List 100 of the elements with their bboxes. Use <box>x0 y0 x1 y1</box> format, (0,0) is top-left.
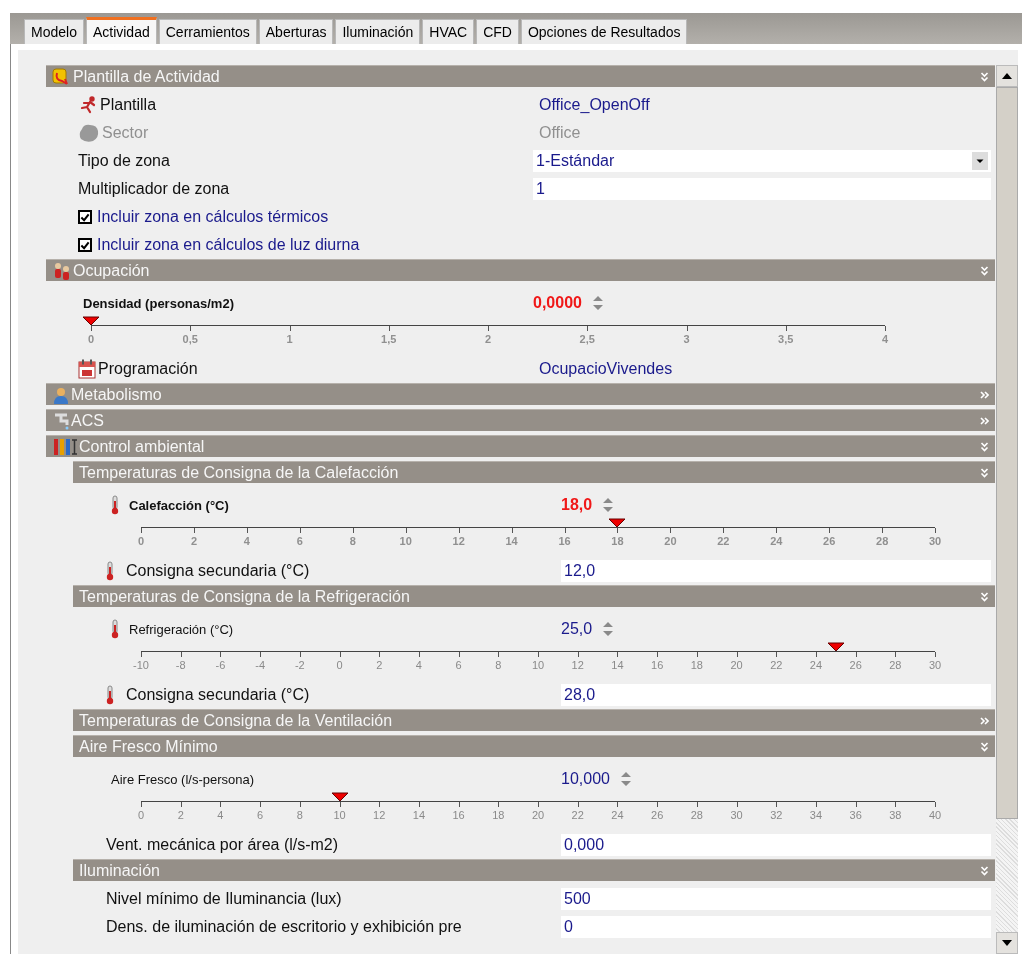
tick-label: 14 <box>485 528 539 553</box>
checkbox[interactable] <box>78 238 92 252</box>
tick-label: -4 <box>240 652 280 677</box>
spinner-icon[interactable] <box>602 497 615 513</box>
spinner-icon[interactable] <box>619 771 632 787</box>
tick-label: 22 <box>756 652 797 677</box>
field-label: Multiplicador de zona <box>78 180 230 198</box>
spinner-icon[interactable] <box>602 621 615 637</box>
checkbox-label[interactable]: Incluir zona en cálculos de luz diurna <box>97 236 360 254</box>
tick-label: 6 <box>273 528 327 553</box>
double-chevron-down-icon[interactable] <box>980 591 989 602</box>
tick-label: 2 <box>359 652 400 677</box>
double-chevron-down-icon[interactable] <box>980 71 989 82</box>
tick-label: 14 <box>399 802 439 827</box>
double-chevron-down-icon[interactable] <box>980 741 989 752</box>
tick-label: 4 <box>220 528 274 553</box>
triangle-up-icon <box>1002 73 1012 79</box>
tick-label: 26 <box>802 528 856 553</box>
tick-label: 30 <box>915 652 955 677</box>
tick-label: 20 <box>518 802 558 827</box>
tick-label: 10 <box>319 802 360 827</box>
double-chevron-down-icon[interactable] <box>980 467 989 478</box>
scroll-thumb[interactable] <box>996 87 1018 819</box>
thermometer-icon <box>106 561 114 581</box>
tick-label: 20 <box>716 652 757 677</box>
slider-reading: 25,0 <box>561 620 593 638</box>
tab[interactable]: HVAC <box>422 19 475 44</box>
tick-label: 36 <box>835 802 876 827</box>
tick-label: 10 <box>379 528 433 553</box>
input-field[interactable]: 500 <box>561 888 991 910</box>
double-chevron-down-icon[interactable] <box>980 865 989 876</box>
person-icon <box>52 385 70 404</box>
tick-label: 12 <box>359 802 400 827</box>
input-field[interactable]: 0 <box>561 916 991 938</box>
tick-label: 12 <box>557 652 598 677</box>
field-value: OcupacioVivendes <box>538 360 673 378</box>
tick-label: 3,5 <box>736 326 836 351</box>
tick-label: 18 <box>591 528 644 553</box>
tick-label: 22 <box>557 802 598 827</box>
tick-label: 2 <box>160 802 201 827</box>
runner-icon <box>78 96 98 114</box>
tick-label: 16 <box>637 652 677 677</box>
calendar-icon <box>78 359 96 379</box>
tick-label: 4 <box>835 326 935 351</box>
tick-label: 4 <box>200 802 241 827</box>
tab[interactable]: Iluminación <box>335 19 421 44</box>
tab[interactable]: Actividad <box>85 17 157 44</box>
tick-label: 3 <box>636 326 737 351</box>
tick-label: 0 <box>319 652 360 677</box>
tick-label: 18 <box>478 802 519 827</box>
slider-label: Aire Fresco (l/s-persona) <box>111 771 255 787</box>
field-value: Office_OpenOff <box>538 96 650 114</box>
thermometer-icon <box>111 619 119 639</box>
tick-label: 8 <box>279 802 320 827</box>
double-chevron-right-icon[interactable] <box>980 715 989 726</box>
slider-thumb[interactable] <box>82 316 100 326</box>
field-value: Office <box>538 124 581 142</box>
tab[interactable]: Cerramientos <box>158 19 257 44</box>
tab[interactable]: Opciones de Resultados <box>520 19 688 44</box>
tick-label: 1,5 <box>339 326 439 351</box>
tick-label: 26 <box>637 802 677 827</box>
people-icon <box>52 261 72 280</box>
tick-label: 0 <box>114 528 168 553</box>
tick-label: 16 <box>538 528 591 553</box>
cloud-shape-icon <box>78 123 100 143</box>
checkbox-label[interactable]: Incluir zona en cálculos térmicos <box>97 208 329 226</box>
slider-label: Refrigeración (°C) <box>129 621 234 637</box>
tick-label: 26 <box>835 652 876 677</box>
slider-thumb[interactable] <box>608 518 627 528</box>
triangle-down-icon <box>1002 940 1012 946</box>
tab[interactable]: Modelo <box>24 19 84 44</box>
input-field[interactable]: 12,0 <box>561 560 991 582</box>
tick-label: -10 <box>121 652 161 677</box>
tick-label: 18 <box>677 652 717 677</box>
checkbox[interactable] <box>78 210 92 224</box>
slider-thumb[interactable] <box>826 642 845 652</box>
slider-label: Calefacción (°C) <box>129 497 229 513</box>
thermometer-icon <box>106 685 114 705</box>
double-chevron-right-icon[interactable] <box>980 389 989 400</box>
scrollbar[interactable] <box>996 65 1018 954</box>
tab[interactable]: CFD <box>476 19 519 44</box>
tab[interactable]: Aberturas <box>258 19 334 44</box>
double-chevron-down-icon[interactable] <box>980 265 989 276</box>
input-field[interactable]: 1 <box>533 178 991 200</box>
scroll-up-button[interactable] <box>996 65 1018 87</box>
input-field[interactable]: 0,000 <box>561 834 991 856</box>
input-field[interactable]: 28,0 <box>561 684 991 706</box>
slider-reading: 18,0 <box>561 496 593 514</box>
double-chevron-down-icon[interactable] <box>980 441 989 452</box>
tick-label: 0 <box>121 802 161 827</box>
dropdown-field[interactable]: 1-Estándar <box>533 150 991 172</box>
scroll-down-button[interactable] <box>996 932 1018 954</box>
field-label: Programación <box>98 360 198 378</box>
slider-thumb[interactable] <box>330 792 349 802</box>
tick-label: 14 <box>597 652 638 677</box>
tick-label: 0,5 <box>140 326 240 351</box>
field-label: Consigna secundaria (°C) <box>126 562 310 580</box>
tick-label: -6 <box>200 652 241 677</box>
double-chevron-right-icon[interactable] <box>980 415 989 426</box>
spinner-icon[interactable] <box>591 295 604 311</box>
